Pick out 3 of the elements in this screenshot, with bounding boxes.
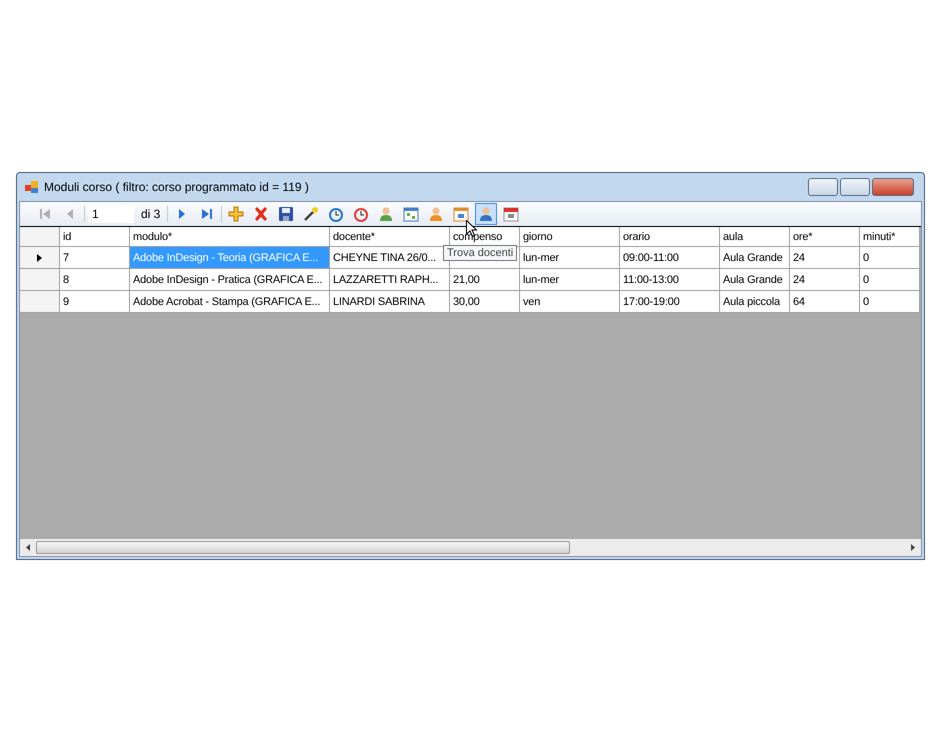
record-count: di 3 [140, 207, 162, 221]
tooltip: Trova docenti [443, 245, 518, 261]
window-title: Moduli corso ( filtro: corso programmato id = 119 ) [44, 180, 310, 194]
